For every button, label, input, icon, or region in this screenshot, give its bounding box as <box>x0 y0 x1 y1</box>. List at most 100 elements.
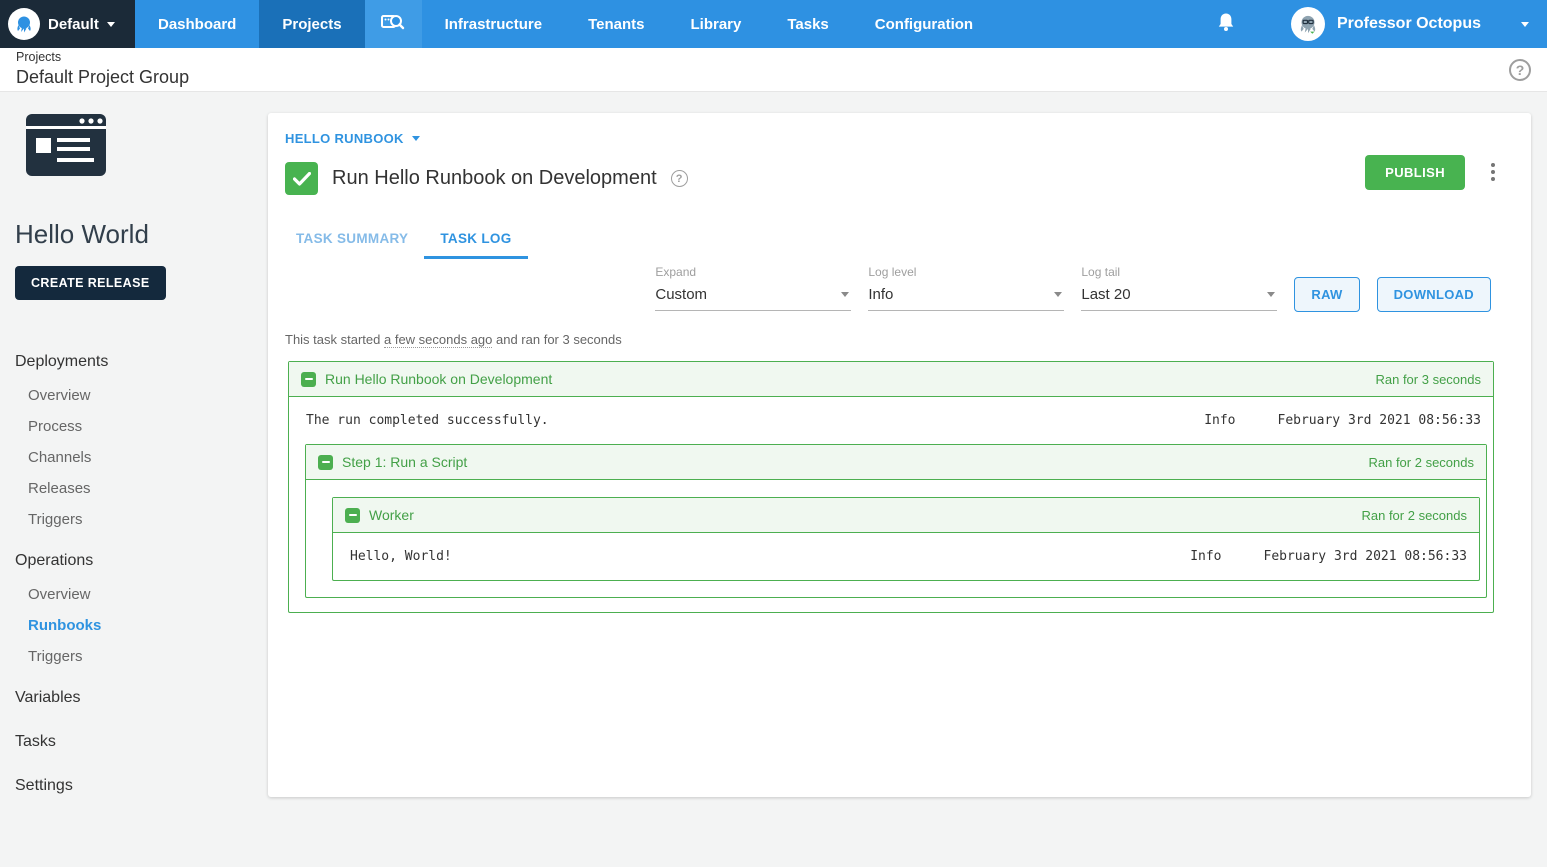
search-button[interactable] <box>364 0 422 48</box>
overflow-menu-button[interactable] <box>1485 155 1501 189</box>
log-group-worker-header[interactable]: Worker Ran for 2 seconds <box>333 498 1479 533</box>
log-group-worker-title: Worker <box>369 507 414 523</box>
nav-item-tenants[interactable]: Tenants <box>565 0 667 48</box>
log-row: Hello, World! Info February 3rd 2021 08:… <box>333 533 1479 580</box>
user-menu[interactable]: Professor Octopus <box>1263 7 1529 41</box>
project-sidebar: Hello World CREATE RELEASE Deployments O… <box>0 92 268 804</box>
nav-item-infrastructure[interactable]: Infrastructure <box>422 0 566 48</box>
raw-button[interactable]: RAW <box>1294 277 1360 312</box>
nav-item-projects[interactable]: Projects <box>259 0 365 48</box>
log-filter-row: Expand Custom Log level Info Log tail La… <box>268 259 1531 312</box>
log-level-select[interactable]: Log level Info <box>868 265 1065 311</box>
sidebar-item-operations[interactable]: Operations <box>15 543 253 579</box>
log-group-step-duration: Ran for 2 seconds <box>1368 454 1474 470</box>
space-name: Default <box>48 15 99 33</box>
sidebar-item-deployments[interactable]: Deployments <box>15 344 253 380</box>
collapse-icon[interactable] <box>345 507 360 523</box>
task-success-icon <box>285 162 318 195</box>
log-group-step: Step 1: Run a Script Ran for 2 seconds W… <box>305 444 1487 598</box>
help-button[interactable]: ? <box>1509 58 1531 81</box>
sidebar-nav: Deployments Overview Process Channels Re… <box>15 344 253 804</box>
log-group-worker: Worker Ran for 2 seconds Hello, World! I… <box>332 497 1480 581</box>
sidebar-item-settings[interactable]: Settings <box>15 768 253 804</box>
nav-item-library[interactable]: Library <box>668 0 765 48</box>
top-nav-right: Professor Octopus <box>1189 0 1547 48</box>
log-level-select-label: Log level <box>868 265 917 279</box>
runbook-breadcrumb-link[interactable]: HELLO RUNBOOK <box>285 131 688 146</box>
notifications-button[interactable] <box>1189 12 1263 37</box>
runbook-breadcrumb-label: HELLO RUNBOOK <box>285 131 404 146</box>
log-group-worker-duration: Ran for 2 seconds <box>1361 507 1467 523</box>
page-title: Default Project Group <box>16 67 190 88</box>
top-nav: Default Dashboard Projects Infrastructur… <box>0 0 1547 48</box>
log-row: The run completed successfully. Info Feb… <box>289 397 1493 444</box>
log-message: Hello, World! <box>350 549 452 564</box>
question-mark-icon: ? <box>1515 61 1525 78</box>
log-level: Info <box>1190 549 1222 564</box>
chevron-down-icon <box>841 292 850 297</box>
avatar <box>1290 7 1325 41</box>
task-title: Run Hello Runbook on Development <box>332 167 657 189</box>
sidebar-item-variables[interactable]: Variables <box>15 680 253 716</box>
project-name: Hello World <box>15 219 149 249</box>
log-message: The run completed successfully. <box>306 413 549 428</box>
log-tail-select-label: Log tail <box>1081 265 1121 279</box>
expand-select[interactable]: Expand Custom <box>655 265 852 311</box>
chevron-down-icon <box>106 21 115 27</box>
log-group-root-header[interactable]: Run Hello Runbook on Development Ran for… <box>289 362 1493 397</box>
task-tabs: TASK SUMMARY TASK LOG <box>268 219 1531 259</box>
chevron-down-icon <box>1054 292 1063 297</box>
collapse-icon[interactable] <box>301 371 316 387</box>
log-tail-select[interactable]: Log tail Last 20 <box>1081 265 1278 311</box>
sidebar-item-channels[interactable]: Channels <box>15 442 253 473</box>
nav-links: Dashboard Projects Infrastructure Tenant… <box>135 0 996 48</box>
chevron-down-icon <box>1267 292 1276 297</box>
sidebar-item-process[interactable]: Process <box>15 411 253 442</box>
log-group-step-title: Step 1: Run a Script <box>342 454 468 470</box>
task-start-time[interactable]: a few seconds ago <box>383 332 493 348</box>
sidebar-item-operations-overview[interactable]: Overview <box>15 579 253 610</box>
nav-item-tasks[interactable]: Tasks <box>764 0 851 48</box>
log-group-root: Run Hello Runbook on Development Ran for… <box>288 361 1494 613</box>
log-group-step-header[interactable]: Step 1: Run a Script Ran for 2 seconds <box>306 445 1486 480</box>
bell-icon <box>1217 12 1235 37</box>
user-name: Professor Octopus <box>1336 15 1481 32</box>
log-level-select-value: Info <box>868 286 894 303</box>
log-level: Info <box>1204 413 1236 428</box>
chevron-down-icon <box>1521 21 1529 27</box>
project-logo-icon <box>26 114 253 181</box>
nav-item-configuration[interactable]: Configuration <box>852 0 996 48</box>
task-card: HELLO RUNBOOK Run Hello Runbook on Devel… <box>268 113 1531 797</box>
sidebar-item-operations-triggers[interactable]: Triggers <box>15 641 253 672</box>
space-switcher[interactable]: Default <box>0 0 135 48</box>
search-icon <box>381 11 405 38</box>
create-release-button[interactable]: CREATE RELEASE <box>15 266 166 300</box>
title-help-icon[interactable]: ? <box>670 170 688 187</box>
download-button[interactable]: DOWNLOAD <box>1376 277 1491 312</box>
tab-task-log[interactable]: TASK LOG <box>424 219 528 259</box>
breadcrumb: Projects Default Project Group <box>16 50 189 88</box>
task-summary-line: This task started a few seconds ago and … <box>285 332 622 348</box>
sidebar-item-deployments-overview[interactable]: Overview <box>15 380 253 411</box>
nav-item-dashboard[interactable]: Dashboard <box>135 0 259 48</box>
collapse-icon[interactable] <box>318 454 333 470</box>
tab-task-summary[interactable]: TASK SUMMARY <box>280 219 424 259</box>
octopus-logo-icon <box>8 8 40 40</box>
sidebar-item-deployments-triggers[interactable]: Triggers <box>15 504 253 535</box>
log-timestamp: February 3rd 2021 08:56:33 <box>1277 413 1482 428</box>
log-group-root-title: Run Hello Runbook on Development <box>325 371 553 387</box>
breadcrumb-bar: Projects Default Project Group ? <box>0 48 1547 92</box>
log-group-root-duration: Ran for 3 seconds <box>1375 371 1481 387</box>
sidebar-item-runbooks[interactable]: Runbooks <box>15 610 253 641</box>
log-tail-select-value: Last 20 <box>1081 286 1131 303</box>
breadcrumb-parent-link[interactable]: Projects <box>16 50 189 66</box>
sidebar-item-releases[interactable]: Releases <box>15 473 253 504</box>
card-head-left: HELLO RUNBOOK Run Hello Runbook on Devel… <box>285 131 688 195</box>
expand-select-value: Custom <box>655 286 708 303</box>
sidebar-item-tasks[interactable]: Tasks <box>15 724 253 760</box>
chevron-down-icon <box>411 136 420 141</box>
expand-select-label: Expand <box>655 265 697 279</box>
question-mark-icon: ? <box>675 172 683 185</box>
publish-button[interactable]: PUBLISH <box>1365 155 1465 190</box>
log-timestamp: February 3rd 2021 08:56:33 <box>1263 549 1468 564</box>
